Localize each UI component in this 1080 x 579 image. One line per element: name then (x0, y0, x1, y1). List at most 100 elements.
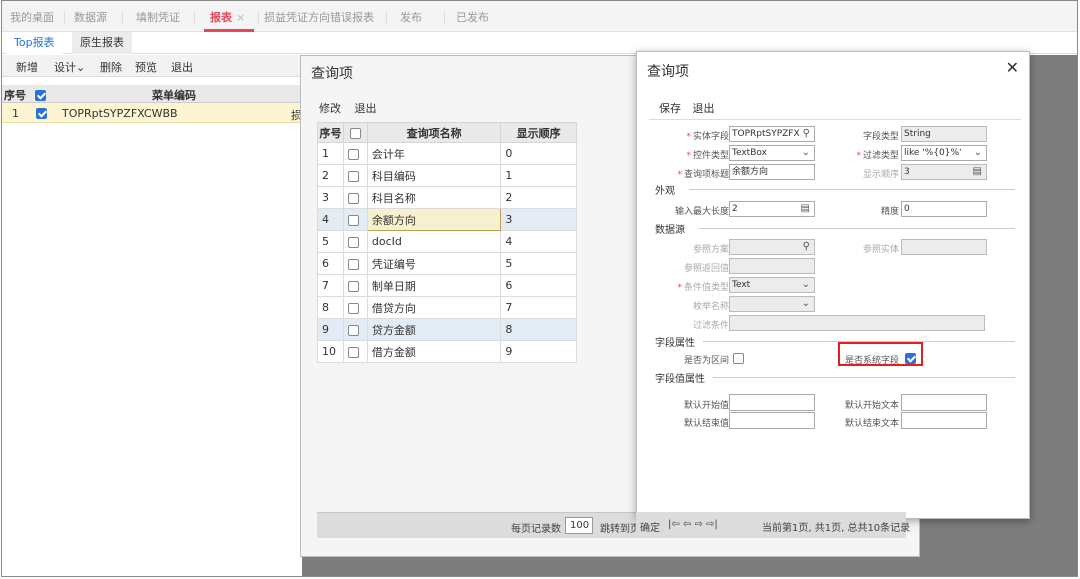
table-row-selected[interactable]: 4 余额方向 3 (317, 208, 577, 231)
enum-name-select[interactable]: ⌄ (729, 296, 815, 312)
search-icon[interactable]: ⚲ (803, 240, 810, 254)
default-start-input[interactable] (729, 394, 815, 411)
col-index-header: 序号 (317, 122, 344, 143)
table-row[interactable]: 6 凭证编号 5 (317, 252, 577, 275)
control-type-label: * 控件类型 (686, 151, 729, 161)
row-index: 8 (317, 296, 344, 319)
entity-field-input[interactable]: TOPRptSYPZFX ⚲ (729, 126, 815, 142)
tab-desktop[interactable]: 我的桌面 (10, 10, 54, 26)
max-length-input[interactable]: 2 ▤ (729, 201, 815, 217)
row-checkbox[interactable] (342, 186, 368, 209)
table-row[interactable]: 3 科目名称 2 (317, 186, 577, 209)
col-name-header: 查询项名称 (366, 122, 502, 143)
table-row[interactable]: 1 会计年 0 (317, 142, 577, 165)
default-end-label: 默认结束值 (683, 419, 729, 429)
tab-published[interactable]: 已发布 (456, 10, 489, 26)
row-checkbox[interactable] (342, 164, 368, 187)
row-name-editing[interactable]: 余额方向 (366, 208, 502, 231)
preview-button[interactable]: 预览 (135, 59, 157, 75)
chevron-down-icon: ⌄ (801, 298, 810, 309)
tab-voucher[interactable]: 填制凭证 (136, 10, 180, 26)
divider (699, 228, 1015, 229)
tab-publish[interactable]: 发布 (400, 10, 422, 26)
ref-return-input[interactable] (729, 258, 815, 274)
table-row[interactable]: 2 科目编码 1 (317, 164, 577, 187)
calculator-icon[interactable]: ▤ (801, 202, 810, 216)
row-checkbox[interactable] (342, 274, 368, 297)
save-button[interactable]: 保存 (659, 102, 681, 115)
exit-button[interactable]: 退出 (171, 59, 193, 75)
col-code-header: 菜单编码 (152, 89, 196, 102)
close-icon[interactable]: ✕ (1006, 58, 1019, 77)
tab-profit-loss-report[interactable]: 损益凭证方向错误报表 (264, 10, 374, 26)
table-row[interactable]: 7 制单日期 6 (317, 274, 577, 297)
row-order: 7 (500, 296, 577, 319)
per-page-input[interactable]: 100 (565, 517, 593, 534)
table-row[interactable]: 10 借方金额 9 (317, 340, 577, 363)
tab-reports[interactable]: 报表 × (210, 10, 245, 26)
row-name: 贷方金额 (366, 318, 502, 341)
ref-scheme-input[interactable]: ⚲ (729, 239, 815, 255)
exit-button[interactable]: 退出 (693, 102, 715, 115)
default-start-text-input[interactable] (901, 394, 987, 411)
calculator-icon[interactable]: ▤ (973, 165, 982, 179)
row-index: 7 (317, 274, 344, 297)
title-label: * 查询项标题 (677, 170, 729, 180)
divider (649, 119, 1021, 120)
subtab-top-report[interactable]: Top报表 (6, 32, 63, 54)
precision-input[interactable]: 0 (901, 201, 987, 217)
default-end-text-input[interactable] (901, 412, 987, 429)
title-input[interactable]: 余额方向 (729, 164, 815, 180)
order-input[interactable]: 3 ▤ (901, 164, 987, 180)
subtab-native-report[interactable]: 原生报表 (72, 32, 132, 54)
close-icon[interactable]: × (236, 11, 245, 24)
filter-condition-input[interactable] (729, 315, 985, 331)
select-all-checkbox[interactable] (342, 122, 368, 143)
confirm-button[interactable]: 确定 (640, 519, 660, 534)
row-checkbox[interactable] (342, 318, 368, 341)
default-end-input[interactable] (729, 412, 815, 429)
enum-name-label: 枚举名称 (692, 302, 729, 312)
row-checkbox[interactable] (36, 106, 47, 119)
row-name: 会计年 (366, 142, 502, 165)
row-checkbox[interactable] (342, 252, 368, 275)
row-code: TOPRptSYPZFXCWBB (62, 107, 178, 120)
query-item-edit-dialog: 查询项 ✕ 保存 退出 * 实体字段 TOPRptSYPZFX ⚲ 字段类型 Str… (636, 51, 1030, 519)
field-type-input[interactable]: String (901, 126, 987, 142)
row-checkbox[interactable] (342, 230, 368, 253)
add-button[interactable]: 新增 (16, 59, 38, 75)
row-checkbox[interactable] (342, 296, 368, 319)
design-button[interactable]: 设计⌄ (54, 59, 85, 75)
tab-datasource[interactable]: 数据源 (74, 10, 107, 26)
table-row[interactable]: 1 TOPRptSYPZFXCWBB 损 (2, 103, 302, 123)
table-row[interactable]: 8 借贷方向 7 (317, 296, 577, 319)
app-frame: 我的桌面 数据源 填制凭证 报表 × 损益凭证方向错误报表 发布 已发布 Top报… (1, 0, 1078, 577)
row-checkbox[interactable] (342, 142, 368, 165)
ref-entity-input[interactable] (901, 239, 987, 255)
ref-scheme-label: 参照方案 (692, 245, 729, 255)
row-index: 2 (317, 164, 344, 187)
delete-button[interactable]: 删除 (100, 59, 122, 75)
section-datasource: 数据源 (655, 225, 685, 236)
is-range-checkbox[interactable] (733, 351, 744, 364)
table-row[interactable]: 9 贷方金额 8 (317, 318, 577, 341)
is-range-label: 是否为区间 (683, 356, 729, 366)
filter-type-select[interactable]: like '%{0}%' ⌄ (901, 145, 987, 161)
max-length-label: 输入最大长度 (674, 207, 729, 217)
table-row[interactable]: 5 docId 4 (317, 230, 577, 253)
row-index: 9 (317, 318, 344, 341)
select-all-checkbox[interactable] (35, 88, 46, 101)
row-checkbox[interactable] (342, 208, 368, 231)
edit-button[interactable]: 修改 (319, 102, 341, 115)
row-checkbox[interactable] (342, 340, 368, 363)
exit-button[interactable]: 退出 (355, 102, 377, 115)
page-nav-icons[interactable]: |⇦ ⇦ ⇨ ⇨| (668, 519, 718, 530)
row-order: 2 (500, 186, 577, 209)
control-type-select[interactable]: TextBox ⌄ (729, 145, 815, 161)
cond-type-select[interactable]: Text ⌄ (729, 277, 815, 293)
default-end-text-label: 默认结束文本 (844, 419, 899, 429)
filter-type-label: * 过滤类型 (856, 151, 899, 161)
precision-label: 精度 (880, 207, 899, 217)
chevron-down-icon: ⌄ (801, 147, 810, 158)
search-icon[interactable]: ⚲ (803, 127, 810, 141)
